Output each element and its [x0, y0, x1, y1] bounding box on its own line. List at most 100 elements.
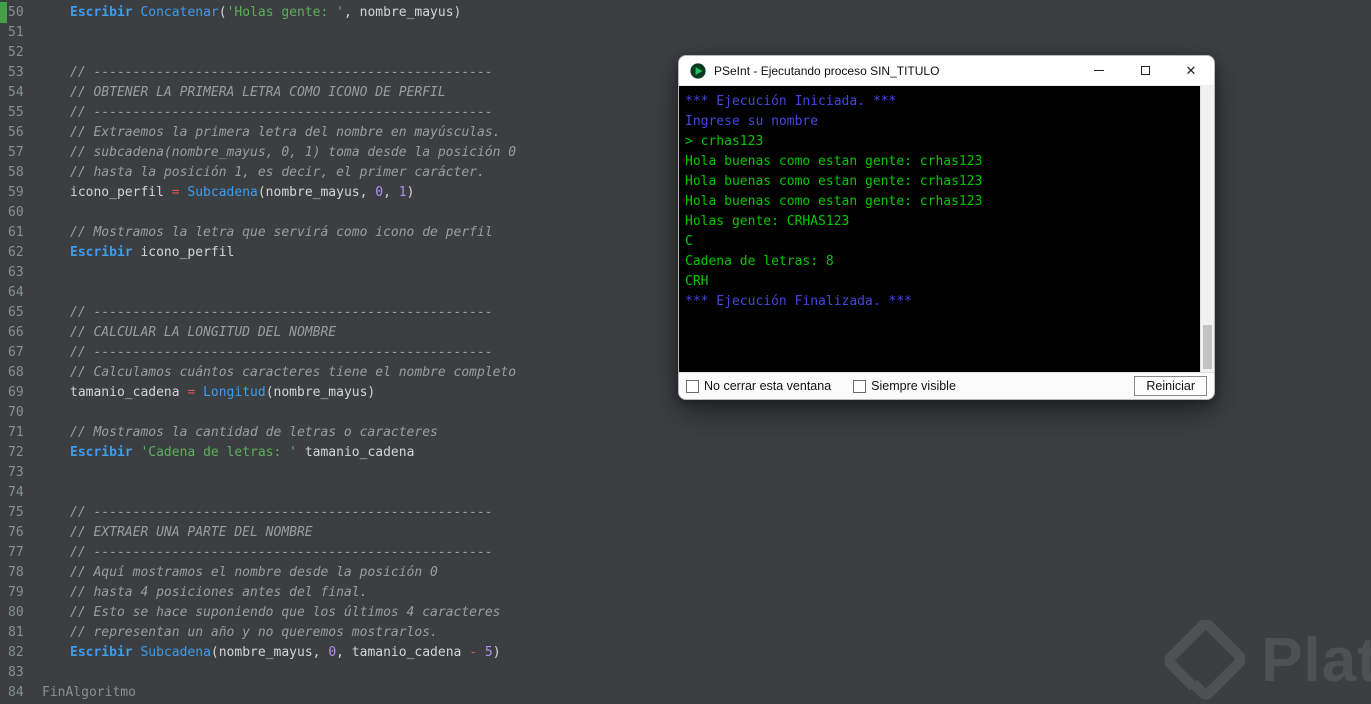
line-number: 56: [8, 125, 24, 140]
code-line-80[interactable]: 80 // Esto se hace suponiendo que los últ…: [0, 603, 1371, 623]
minimize-icon: [1094, 70, 1104, 71]
code-text: Escribir Subcadena(nombre_mayus, 0, tama…: [70, 645, 501, 660]
line-number: 75: [8, 505, 24, 520]
code-text: Escribir 'Cadena de letras: ' tamanio_ca…: [70, 445, 415, 460]
code-line-84[interactable]: 84 FinAlgoritmo: [0, 683, 1371, 703]
code-line-70[interactable]: 70: [0, 403, 1371, 423]
console-line: Hola buenas como estan gente: crhas123: [685, 194, 983, 209]
reiniciar-button[interactable]: Reiniciar: [1134, 376, 1207, 396]
console-line: Cadena de letras: 8: [685, 254, 834, 269]
line-number: 72: [8, 445, 24, 460]
pseint-app-icon: [690, 62, 706, 79]
code-text: Escribir icono_perfil: [70, 245, 235, 260]
checkbox-no-cerrar-box[interactable]: [686, 379, 699, 393]
line-number: 82: [8, 645, 24, 660]
line-number: 74: [8, 485, 24, 500]
line-number: 71: [8, 425, 24, 440]
code-text: // CALCULAR LA LONGITUD DEL NOMBRE: [70, 325, 337, 340]
console-scrollbar[interactable]: [1200, 86, 1214, 372]
line-number: 59: [8, 185, 24, 200]
line-number: 57: [8, 145, 24, 160]
line-number: 63: [8, 265, 24, 280]
code-text: // -------------------------------------…: [70, 345, 493, 360]
line-number: 65: [8, 305, 24, 320]
code-line-78[interactable]: 78 // Aquí mostramos el nombre desde la p…: [0, 563, 1371, 583]
code-text: // -------------------------------------…: [70, 65, 493, 80]
line-number: 64: [8, 285, 24, 300]
line-number: 76: [8, 525, 24, 540]
line-number: 68: [8, 365, 24, 380]
checkbox-no-cerrar[interactable]: No cerrar esta ventana: [686, 379, 831, 393]
line-number: 78: [8, 565, 24, 580]
code-text: // hasta la posición 1, es decir, el pri…: [70, 165, 485, 180]
close-button[interactable]: ✕: [1168, 56, 1214, 85]
line-number: 51: [8, 25, 24, 40]
line-number: 69: [8, 385, 24, 400]
checkbox-no-cerrar-label: No cerrar esta ventana: [704, 379, 832, 393]
line-number: 80: [8, 605, 24, 620]
console-titlebar[interactable]: PSeInt - Ejecutando proceso SIN_TITULO ✕: [679, 56, 1214, 86]
console-window: PSeInt - Ejecutando proceso SIN_TITULO ✕…: [678, 55, 1215, 400]
code-text: // Extraemos la primera letra del nombre…: [70, 125, 501, 140]
code-line-72[interactable]: 72 Escribir 'Cadena de letras: ' tamanio_…: [0, 443, 1371, 463]
line-number: 53: [8, 65, 24, 80]
code-text: // hasta 4 posiciones antes del final.: [70, 585, 368, 600]
line-number: 83: [8, 665, 24, 680]
console-line: *** Ejecución Finalizada. ***: [685, 294, 912, 309]
maximize-button[interactable]: [1122, 56, 1168, 85]
line-number: 60: [8, 205, 24, 220]
line-number: 77: [8, 545, 24, 560]
checkbox-siempre-visible-box[interactable]: [853, 379, 867, 393]
current-line-marker: [0, 2, 7, 23]
code-line-82[interactable]: 82 Escribir Subcadena(nombre_mayus, 0, ta…: [0, 643, 1371, 663]
console-line: *** Ejecución Iniciada. ***: [685, 94, 897, 109]
line-number: 62: [8, 245, 24, 260]
console-line: Hola buenas como estan gente: crhas123: [685, 174, 983, 189]
code-line-81[interactable]: 81 // representan un año y no queremos mo…: [0, 623, 1371, 643]
code-text: // -------------------------------------…: [70, 305, 493, 320]
code-text: // Mostramos la letra que servirá como i…: [70, 225, 493, 240]
code-line-50[interactable]: 50 Escribir Concatenar('Holas gente: ', n…: [0, 3, 1371, 23]
line-number: 81: [8, 625, 24, 640]
console-body: *** Ejecución Iniciada. *** Ingrese su no…: [679, 86, 1214, 372]
console-line: > crhas123: [685, 134, 764, 149]
code-line-73[interactable]: 73: [0, 463, 1371, 483]
minimize-button[interactable]: [1076, 56, 1122, 85]
code-line-75[interactable]: 75 // -----------------------------------…: [0, 503, 1371, 523]
line-number: 58: [8, 165, 24, 180]
code-line-76[interactable]: 76 // EXTRAER UNA PARTE DEL NOMBRE: [0, 523, 1371, 543]
line-number: 54: [8, 85, 24, 100]
code-line-83[interactable]: 83: [0, 663, 1371, 683]
code-text: // -------------------------------------…: [70, 505, 493, 520]
checkbox-siempre-visible[interactable]: Siempre visible: [853, 379, 956, 393]
window-title: PSeInt - Ejecutando proceso SIN_TITULO: [714, 63, 940, 78]
code-text: // Calculamos cuántos caracteres tiene e…: [70, 365, 517, 380]
code-text: icono_perfil = Subcadena(nombre_mayus, 0…: [70, 185, 415, 200]
console-line: Ingrese su nombre: [685, 114, 819, 129]
code-text: // Aquí mostramos el nombre desde la pos…: [70, 565, 438, 580]
code-line-77[interactable]: 77 // -----------------------------------…: [0, 543, 1371, 563]
code-line-71[interactable]: 71 // Mostramos la cantidad de letras o c…: [0, 423, 1371, 443]
code-text: tamanio_cadena = Longitud(nombre_mayus): [70, 385, 376, 400]
console-output[interactable]: *** Ejecución Iniciada. *** Ingrese su no…: [679, 86, 1200, 372]
line-number: 67: [8, 345, 24, 360]
code-text: FinAlgoritmo: [42, 685, 136, 700]
code-text: Escribir Concatenar('Holas gente: ', nom…: [70, 5, 462, 20]
line-number: 73: [8, 465, 24, 480]
line-number: 61: [8, 225, 24, 240]
code-line-74[interactable]: 74: [0, 483, 1371, 503]
scrollbar-thumb[interactable]: [1203, 325, 1212, 369]
line-number: 66: [8, 325, 24, 340]
code-line-79[interactable]: 79 // hasta 4 posiciones antes del final.: [0, 583, 1371, 603]
window-controls: ✕: [1076, 56, 1214, 85]
code-line-51[interactable]: 51: [0, 23, 1371, 43]
line-number: 79: [8, 585, 24, 600]
code-text: // -------------------------------------…: [70, 545, 493, 560]
